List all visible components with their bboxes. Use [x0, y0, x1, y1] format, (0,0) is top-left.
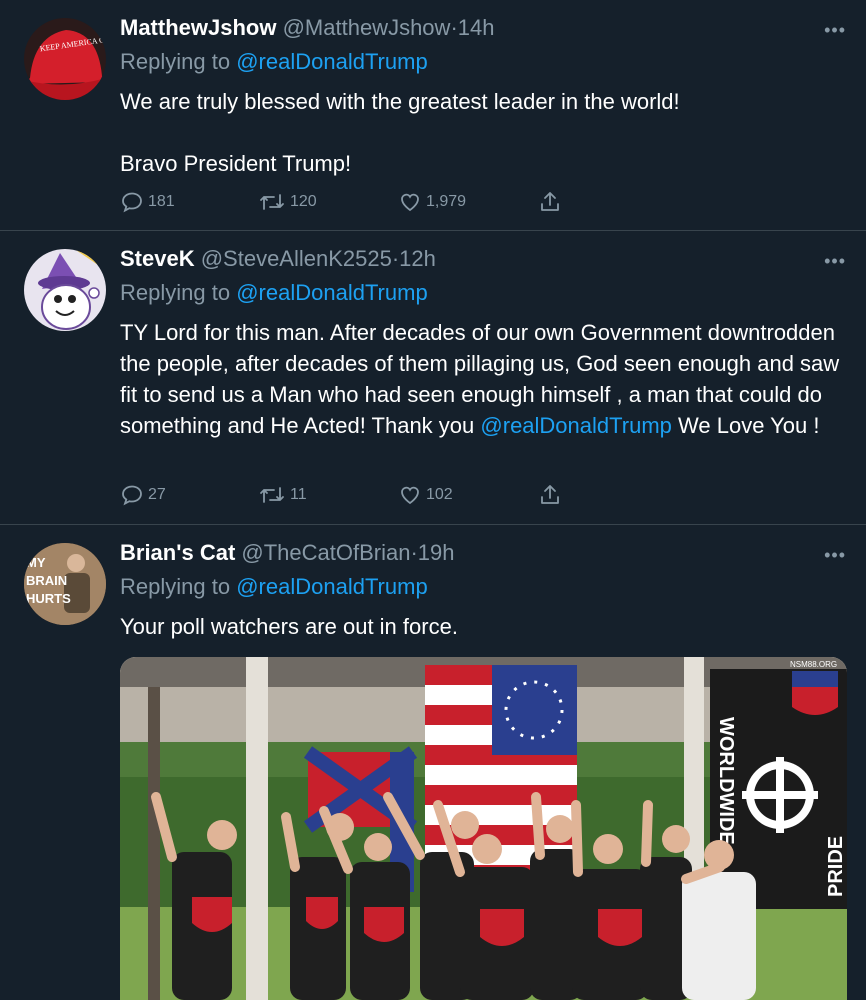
- replying-prefix: Replying to: [120, 49, 231, 74]
- tweet-actions: 181 120 1,979: [120, 190, 560, 216]
- retweet-count: 120: [290, 193, 317, 210]
- reply-button[interactable]: 181: [120, 190, 175, 214]
- banner-text: WORLDWIDE: [715, 717, 737, 845]
- retweet-icon: [260, 487, 284, 503]
- avatar-text: MY: [26, 555, 46, 570]
- user-handle[interactable]: @SteveAllenK2525: [201, 246, 392, 271]
- avatar[interactable]: MY BRAIN HURTS: [24, 543, 106, 625]
- banner-text: PRIDE: [825, 836, 847, 897]
- reply-button[interactable]: 27: [120, 483, 166, 507]
- tweet-mention-link[interactable]: @realDonaldTrump: [480, 413, 671, 438]
- retweet-count: 11: [290, 486, 307, 503]
- share-icon: [541, 485, 559, 504]
- user-handle[interactable]: @TheCatOfBrian: [241, 540, 410, 565]
- share-button[interactable]: [538, 483, 562, 507]
- tweet-text: Your poll watchers are out in force.: [120, 614, 458, 639]
- replying-prefix: Replying to: [120, 574, 231, 599]
- more-icon[interactable]: •••: [824, 545, 846, 566]
- more-icon[interactable]: •••: [824, 251, 846, 272]
- tweet-text-line: We are truly blessed with the greatest l…: [120, 89, 680, 114]
- retweet-button[interactable]: 120: [258, 190, 317, 214]
- timestamp[interactable]: 19h: [418, 540, 455, 565]
- replying-to-link[interactable]: @realDonaldTrump: [236, 280, 427, 305]
- replying-to: Replying to @realDonaldTrump: [120, 573, 844, 601]
- avatar-text: HURTS: [26, 591, 71, 606]
- separator-dot: ·: [450, 15, 458, 40]
- share-icon: [541, 192, 559, 211]
- avatar[interactable]: KEEP AMERICA GREAT: [24, 18, 106, 100]
- tweet-text-end: We Love You !: [671, 413, 820, 438]
- tweet-matthewjshow[interactable]: KEEP AMERICA GREAT MatthewJshow @Matthew…: [0, 0, 866, 231]
- replying-to: Replying to @realDonaldTrump: [120, 279, 844, 307]
- avatar[interactable]: [24, 249, 106, 331]
- display-name[interactable]: SteveK: [120, 246, 195, 271]
- retweet-button[interactable]: 11: [258, 483, 307, 507]
- like-button[interactable]: 102: [398, 483, 453, 507]
- heart-icon: [401, 193, 419, 212]
- tweet-text-line: Bravo President Trump!: [120, 151, 352, 176]
- separator-dot: ·: [410, 540, 418, 565]
- timestamp[interactable]: 14h: [458, 15, 495, 40]
- watermark-text: NSM88.ORG: [790, 660, 837, 669]
- display-name[interactable]: Brian's Cat: [120, 540, 235, 565]
- reply-icon: [122, 485, 142, 506]
- replying-to-link[interactable]: @realDonaldTrump: [236, 49, 427, 74]
- tweet-header: SteveK @SteveAllenK2525·12h: [120, 245, 844, 273]
- retweet-icon: [260, 194, 284, 210]
- reply-icon: [122, 192, 142, 213]
- tweet-text: TY Lord for this man. After decades of o…: [120, 317, 844, 441]
- like-count: 102: [426, 486, 453, 503]
- share-button[interactable]: [538, 190, 562, 214]
- like-count: 1,979: [426, 193, 467, 210]
- display-name[interactable]: MatthewJshow: [120, 15, 276, 40]
- tweet-media-photo[interactable]: WORLDWIDE PRIDE NSM88.ORG: [120, 657, 847, 1000]
- like-button[interactable]: 1,979: [398, 190, 466, 214]
- heart-icon: [401, 486, 419, 505]
- avatar-text: BRAIN: [26, 573, 67, 588]
- tweet-actions: 27 11 102: [120, 483, 560, 509]
- reply-count: 181: [148, 193, 175, 210]
- tweet-header: Brian's Cat @TheCatOfBrian·19h: [120, 539, 844, 567]
- replying-to: Replying to @realDonaldTrump: [120, 48, 844, 76]
- tweet-header: MatthewJshow @MatthewJshow·14h: [120, 14, 844, 42]
- replying-prefix: Replying to: [120, 280, 231, 305]
- tweet-brians-cat[interactable]: MY BRAIN HURTS Brian's Cat @TheCatOfBria…: [0, 525, 866, 1000]
- tweet-stevek[interactable]: SteveK @SteveAllenK2525·12h Replying to …: [0, 231, 866, 525]
- more-icon[interactable]: •••: [824, 20, 846, 41]
- user-handle[interactable]: @MatthewJshow: [283, 15, 451, 40]
- tweet-text: We are truly blessed with the greatest l…: [120, 86, 844, 179]
- timestamp[interactable]: 12h: [399, 246, 436, 271]
- replying-to-link[interactable]: @realDonaldTrump: [236, 574, 427, 599]
- reply-count: 27: [148, 486, 166, 503]
